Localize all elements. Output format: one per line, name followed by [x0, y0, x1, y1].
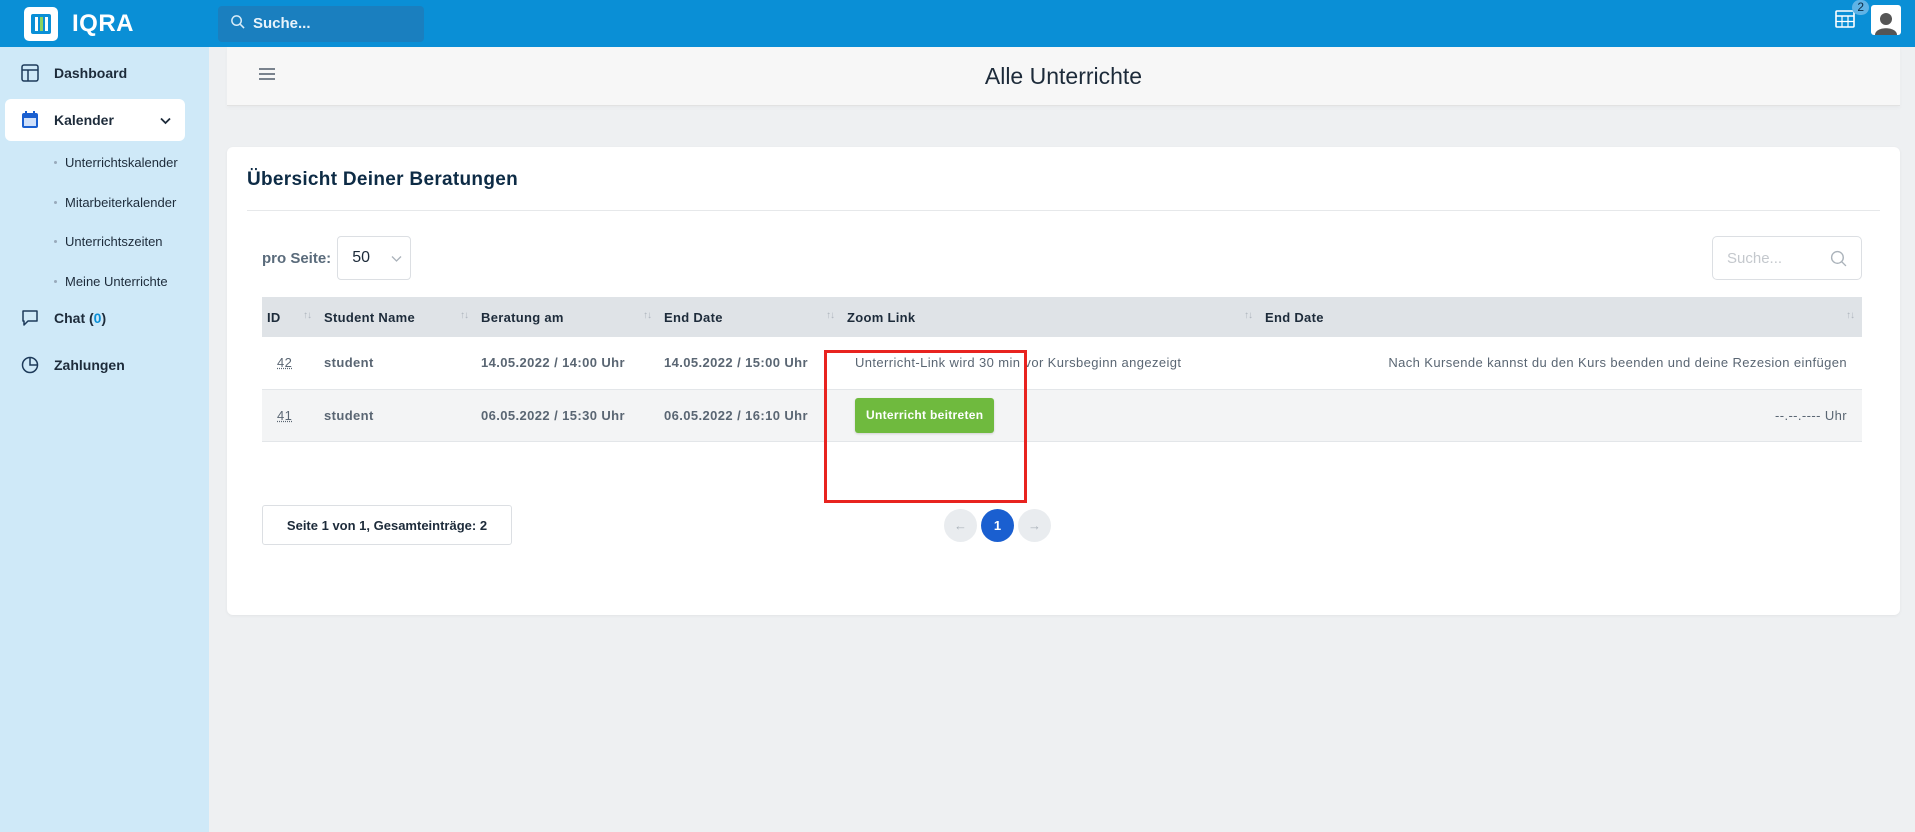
cell-end-date: 06.05.2022 / 16:10 Uhr — [664, 407, 808, 423]
column-header-id[interactable]: ID ↑↓ — [262, 297, 319, 337]
sidebar-item-label: Chat (0) — [54, 310, 106, 326]
app-logo-icon — [24, 6, 58, 41]
calendar-icon — [20, 110, 40, 130]
column-label: End Date — [1265, 309, 1324, 325]
sidebar-item-label: Kalender — [54, 112, 114, 128]
row-id-link[interactable]: 42 — [277, 355, 292, 370]
chat-icon — [20, 308, 40, 328]
cell-beratung: 06.05.2022 / 15:30 Uhr — [481, 407, 625, 423]
join-lesson-button[interactable]: Unterricht beitreten — [855, 397, 995, 433]
sort-icon: ↑↓ — [303, 310, 312, 321]
prev-page-button[interactable]: ← — [944, 509, 977, 542]
sidebar-subitem-mitarbeiterkalender[interactable]: Mitarbeiterkalender — [0, 183, 209, 223]
calendar-notifications[interactable]: 2 — [1835, 0, 1869, 33]
column-label: Zoom Link — [847, 309, 916, 325]
cell-id: 42 — [262, 337, 319, 389]
divider — [247, 210, 1880, 211]
sidebar: Dashboard Kalender Unterrichtskalender M… — [0, 47, 209, 832]
chat-label-suffix: ) — [101, 310, 107, 326]
table-row: 42 student 14.05.2022 / 14:00 Uhr 14.05.… — [262, 337, 1862, 389]
sidebar-subitem-unterrichtszeiten[interactable]: Unterrichtszeiten — [0, 222, 209, 262]
cell-id: 41 — [262, 389, 319, 441]
consultations-table: ID ↑↓ Student Name ↑↓ Beratung am ↑↓ End Da… — [262, 297, 1862, 442]
pie-chart-icon — [20, 355, 40, 375]
avatar[interactable] — [1871, 5, 1901, 35]
table-header-row: ID ↑↓ Student Name ↑↓ Beratung am ↑↓ End Da… — [262, 297, 1862, 337]
search-icon — [230, 14, 245, 34]
column-label: Student Name — [324, 309, 416, 325]
per-page-value: 50 — [352, 249, 370, 266]
column-header-zoom-link[interactable]: Zoom Link ↑↓ — [842, 297, 1260, 337]
menu-icon[interactable] — [258, 67, 276, 86]
top-bar: IQRA 2 — [0, 0, 1915, 47]
chat-label: Chat ( — [54, 310, 94, 326]
table-search-input[interactable] — [1727, 249, 1827, 267]
sidebar-item-dashboard[interactable]: Dashboard — [0, 52, 209, 94]
column-header-end-date[interactable]: End Date ↑↓ — [659, 297, 842, 337]
top-search[interactable] — [218, 5, 424, 42]
cell-beratung: 14.05.2022 / 14:00 Uhr — [481, 355, 625, 371]
pagination: ← 1 → — [944, 509, 1051, 542]
per-page-control: pro Seite: 50 — [262, 236, 412, 280]
sidebar-item-zahlungen[interactable]: Zahlungen — [0, 344, 209, 386]
next-page-button[interactable]: → — [1018, 509, 1051, 542]
page-button-1[interactable]: 1 — [981, 509, 1014, 542]
card-title: Übersicht Deiner Beratungen — [247, 169, 518, 190]
table-row: 41 student 06.05.2022 / 15:30 Uhr 06.05.… — [262, 389, 1862, 441]
pagination-info: Seite 1 von 1, Gesamteinträge: 2 — [262, 505, 512, 545]
sidebar-subitem-unterrichtskalender[interactable]: Unterrichtskalender — [0, 143, 209, 183]
sidebar-subitem-label: Meine Unterrichte — [65, 273, 168, 289]
page-header: Alle Unterrichte — [227, 47, 1900, 106]
row-id-link[interactable]: 41 — [277, 408, 292, 423]
sort-icon: ↑↓ — [460, 310, 469, 321]
per-page-label: pro Seite: — [262, 249, 332, 267]
app-name: IQRA — [72, 9, 134, 37]
consultations-card: Übersicht Deiner Beratungen pro Seite: 5… — [227, 147, 1900, 615]
column-header-end-date-2[interactable]: End Date ↑↓ — [1260, 297, 1862, 337]
top-search-input[interactable] — [253, 15, 413, 32]
per-page-select[interactable]: 50 — [337, 236, 412, 280]
cell-end-date-2: --.--.---- Uhr — [1774, 407, 1847, 423]
sidebar-item-kalender[interactable]: Kalender — [5, 99, 185, 141]
sort-icon: ↑↓ — [643, 310, 652, 321]
cell-zoom-link: Unterricht-Link wird 30 min vor Kursbegi… — [855, 355, 1182, 371]
sidebar-subitem-label: Unterrichtszeiten — [65, 234, 163, 250]
search-icon — [1830, 250, 1847, 272]
sidebar-item-label: Dashboard — [54, 65, 128, 81]
page-title: Alle Unterrichte — [984, 62, 1143, 89]
sort-icon: ↑↓ — [1846, 310, 1855, 321]
notification-badge: 2 — [1852, 0, 1869, 15]
dashboard-icon — [20, 63, 40, 83]
column-label: End Date — [664, 309, 723, 325]
column-header-student-name[interactable]: Student Name ↑↓ — [319, 297, 476, 337]
column-label: Beratung am — [481, 309, 564, 325]
sort-icon: ↑↓ — [1244, 310, 1253, 321]
sidebar-subitem-meine-unterrichte[interactable]: Meine Unterrichte — [0, 262, 209, 302]
cell-zoom-link: Unterricht beitreten — [842, 389, 1260, 441]
cell-end-date: 14.05.2022 / 15:00 Uhr — [664, 355, 808, 371]
table-search[interactable] — [1712, 236, 1862, 280]
sidebar-item-chat[interactable]: Chat (0) — [0, 297, 209, 339]
brand[interactable]: IQRA — [24, 6, 194, 41]
cell-student: student — [324, 355, 374, 371]
sort-icon: ↑↓ — [826, 310, 835, 321]
column-header-beratung-am[interactable]: Beratung am ↑↓ — [476, 297, 659, 337]
column-label: ID — [267, 309, 281, 325]
sidebar-subitem-label: Unterrichtskalender — [65, 155, 178, 171]
sidebar-item-label: Zahlungen — [54, 357, 125, 373]
chevron-down-icon — [160, 112, 171, 128]
cell-end-date-2: Nach Kursende kannst du den Kurs beenden… — [1388, 355, 1847, 371]
chevron-down-icon — [391, 250, 402, 268]
sidebar-subitem-label: Mitarbeiterkalender — [65, 194, 177, 210]
cell-student: student — [324, 407, 374, 423]
